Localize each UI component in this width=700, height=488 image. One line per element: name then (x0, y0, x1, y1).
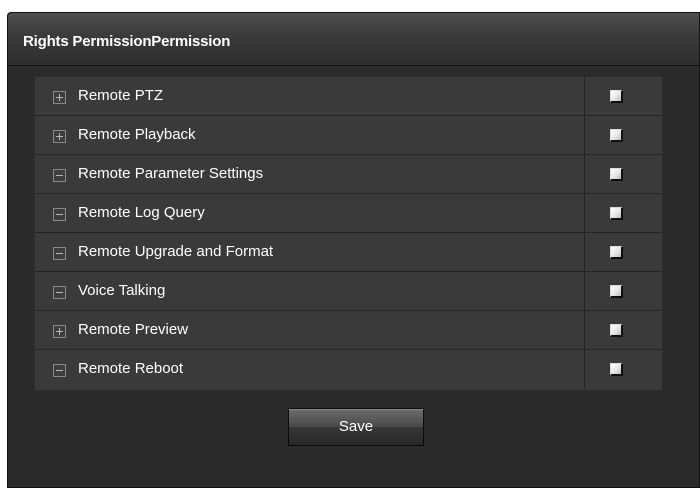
permission-checkbox[interactable] (610, 363, 623, 376)
permission-label: Remote Reboot (78, 360, 184, 377)
collapse-minus-icon[interactable] (53, 208, 66, 221)
permission-row-remote-playback: Remote Playback (35, 116, 662, 155)
column-divider (584, 233, 585, 271)
permission-row-remote-parameter-settings: Remote Parameter Settings (35, 155, 662, 194)
expand-plus-icon[interactable] (53, 91, 66, 104)
collapse-minus-icon[interactable] (53, 169, 66, 182)
expand-plus-icon[interactable] (53, 130, 66, 143)
panel-header: Rights PermissionPermission (8, 13, 699, 66)
permission-checkbox[interactable] (610, 285, 623, 298)
permission-row-remote-log-query: Remote Log Query (35, 194, 662, 233)
permission-label: Remote Parameter Settings (78, 165, 264, 182)
permission-checkbox[interactable] (610, 168, 623, 181)
collapse-minus-icon[interactable] (53, 286, 66, 299)
permission-row-remote-reboot: Remote Reboot (35, 350, 662, 389)
permission-table: Remote PTZ Remote Playback Remote Parame… (35, 77, 662, 390)
column-divider (584, 350, 585, 389)
permission-checkbox[interactable] (610, 246, 623, 259)
column-divider (584, 272, 585, 310)
permission-label: Remote Playback (78, 126, 196, 143)
permission-row-remote-ptz: Remote PTZ (35, 77, 662, 116)
column-divider (584, 116, 585, 154)
permission-row-remote-upgrade-and-format: Remote Upgrade and Format (35, 233, 662, 272)
panel-title: Rights PermissionPermission (23, 33, 231, 50)
permission-label: Remote Preview (78, 321, 189, 338)
permission-checkbox[interactable] (610, 129, 623, 142)
permission-row-voice-talking: Voice Talking (35, 272, 662, 311)
column-divider (584, 194, 585, 232)
column-divider (584, 311, 585, 349)
save-button[interactable]: Save (288, 408, 424, 446)
column-divider (584, 155, 585, 193)
permission-checkbox[interactable] (610, 324, 623, 337)
permission-label: Remote Upgrade and Format (78, 243, 274, 260)
collapse-minus-icon[interactable] (53, 247, 66, 260)
collapse-minus-icon[interactable] (53, 364, 66, 377)
permission-label: Remote PTZ (78, 87, 164, 104)
permission-label: Remote Log Query (78, 204, 205, 221)
permission-checkbox[interactable] (610, 90, 623, 103)
expand-plus-icon[interactable] (53, 325, 66, 338)
permission-label: Voice Talking (78, 282, 166, 299)
permission-row-remote-preview: Remote Preview (35, 311, 662, 350)
permission-checkbox[interactable] (610, 207, 623, 220)
column-divider (584, 77, 585, 115)
